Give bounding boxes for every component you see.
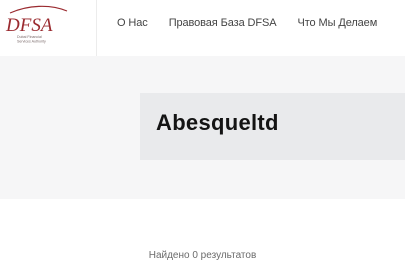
- logo-mark: DFSA: [5, 15, 53, 36]
- results-count-text: Найдено 0 результатов: [148, 250, 257, 261]
- nav-what-we-do[interactable]: Что Мы Делаем: [298, 17, 378, 29]
- nav-legal-framework[interactable]: Правовая База DFSA: [169, 17, 277, 29]
- search-results-summary: Найдено 0 результатов: [0, 250, 405, 261]
- dfsa-logo: DFSA Dubai Financial Services Authority: [5, 5, 68, 44]
- logo-tagline-2: Services Authority: [17, 40, 46, 44]
- main-nav: О Нас Правовая База DFSA Что Мы Делаем: [117, 16, 398, 30]
- logo-link[interactable]: DFSA Dubai Financial Services Authority: [0, 0, 97, 56]
- nav-about[interactable]: О Нас: [117, 17, 148, 29]
- title-card: Abesqueltd: [140, 93, 405, 160]
- site-header: DFSA Dubai Financial Services Authority …: [0, 0, 405, 57]
- page-banner: Abesqueltd: [0, 56, 405, 199]
- page-title: Abesqueltd: [156, 110, 279, 135]
- logo-tagline-1: Dubai Financial: [17, 35, 42, 39]
